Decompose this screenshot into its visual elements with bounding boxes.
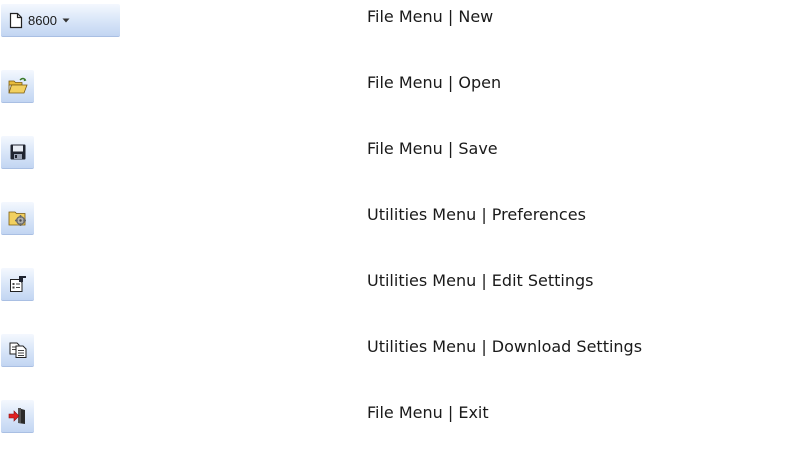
legend-row-exit: File Menu | Exit (0, 396, 795, 440)
floppy-disk-save-icon (10, 144, 26, 160)
edit-properties-icon (9, 275, 27, 293)
save-button[interactable] (1, 136, 34, 169)
legend-row-edit-settings: Utilities Menu | Edit Settings (0, 264, 795, 308)
legend-row-preferences: Utilities Menu | Preferences (0, 198, 795, 242)
open-button[interactable] (1, 70, 34, 103)
edit-settings-button[interactable] (1, 268, 34, 301)
download-settings-description: Utilities Menu | Download Settings (367, 337, 643, 356)
legend-row-open: File Menu | Open (0, 66, 795, 110)
legend-row-save: File Menu | Save (0, 132, 795, 176)
exit-button[interactable] (1, 400, 34, 433)
new-description: File Menu | New (367, 7, 494, 26)
exit-description: File Menu | Exit (367, 403, 489, 422)
preferences-description: Utilities Menu | Preferences (367, 205, 586, 224)
legend-row-new: 8600 File Menu | New (0, 0, 795, 44)
copy-documents-download-icon (9, 342, 27, 358)
new-button[interactable]: 8600 (1, 4, 120, 37)
legend-row-download-settings: Utilities Menu | Download Settings (0, 330, 795, 374)
edit-settings-description: Utilities Menu | Edit Settings (367, 271, 594, 290)
toolbar-legend: 8600 File Menu | New File Menu | Open Fi… (0, 0, 795, 450)
door-exit-icon (8, 407, 28, 425)
new-document-icon (9, 12, 23, 29)
open-folder-icon (7, 77, 28, 95)
preferences-button[interactable] (1, 202, 34, 235)
save-description: File Menu | Save (367, 139, 498, 158)
download-settings-button[interactable] (1, 334, 34, 367)
folder-gear-preferences-icon (8, 209, 28, 227)
chevron-down-icon[interactable] (62, 18, 70, 23)
new-button-label: 8600 (28, 12, 57, 28)
open-description: File Menu | Open (367, 73, 502, 92)
